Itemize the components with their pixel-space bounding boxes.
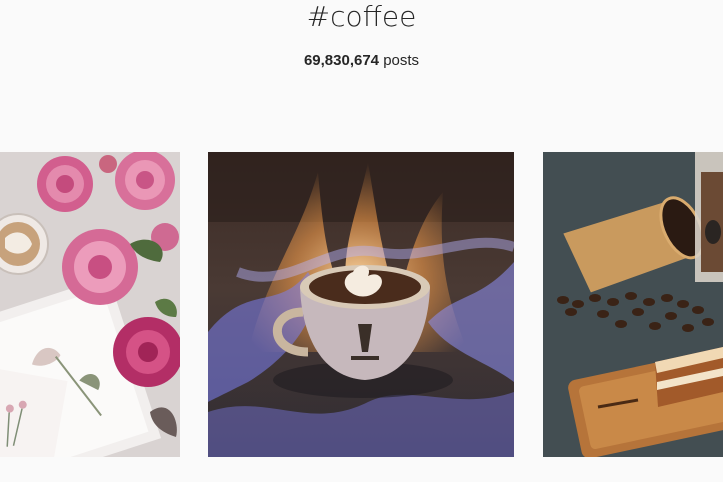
post-count-number: 69,830,674: [303, 52, 380, 69]
post-count: 69,830,674 posts: [0, 52, 723, 70]
post-tile-2[interactable]: [208, 152, 514, 457]
post-tile-1[interactable]: [0, 152, 180, 457]
post-tile-3[interactable]: [543, 152, 723, 457]
peony-flowers-latte-postcards-image: [0, 152, 180, 457]
post-count-label: posts: [383, 52, 420, 69]
flaming-latte-cup-image: [208, 152, 514, 457]
hashtag-title: #coffee: [306, 0, 417, 33]
hashtag-page: #coffee 69,830,674 posts: [0, 0, 723, 482]
spilled-coffee-beans-cake-image: [543, 152, 723, 457]
